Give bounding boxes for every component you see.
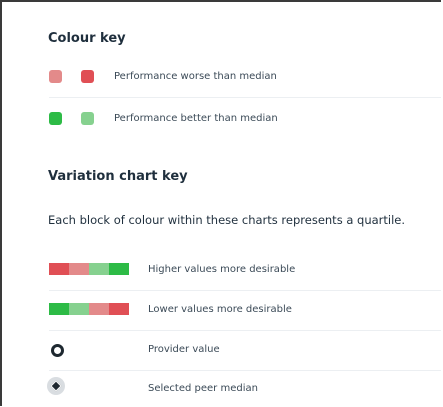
divider [49, 370, 441, 371]
worse-dark-swatch-icon [81, 70, 94, 83]
higher-values-label: Higher values more desirable [148, 264, 296, 275]
quartile-segment [89, 303, 109, 315]
quartile-segment [69, 303, 89, 315]
key-panel: Colour key Performance worse than median… [0, 0, 441, 406]
worse-light-swatch-icon [49, 70, 62, 83]
quartile-bar-lower-icon [49, 303, 129, 315]
provider-ring-icon [51, 344, 64, 357]
colour-key-worse-label: Performance worse than median [114, 71, 277, 82]
quartile-segment [69, 263, 89, 275]
better-light-swatch-icon [81, 112, 94, 125]
quartile-bar-higher-icon [49, 263, 129, 275]
quartile-segment [89, 263, 109, 275]
divider [49, 290, 441, 291]
quartile-segment [49, 263, 69, 275]
lower-values-label: Lower values more desirable [148, 304, 292, 315]
peer-median-diamond-icon [47, 377, 65, 395]
divider [49, 97, 441, 98]
peer-median-label: Selected peer median [148, 383, 258, 394]
better-dark-swatch-icon [49, 112, 62, 125]
provider-value-label: Provider value [148, 344, 220, 355]
quartile-segment [109, 303, 129, 315]
quartile-segment [49, 303, 69, 315]
colour-key-better-label: Performance better than median [114, 113, 278, 124]
quartile-segment [109, 263, 129, 275]
diamond-shape [50, 380, 62, 392]
variation-key-heading: Variation chart key [48, 169, 188, 184]
colour-key-heading: Colour key [48, 31, 126, 46]
variation-key-description: Each block of colour within these charts… [48, 213, 406, 227]
divider [49, 330, 441, 331]
